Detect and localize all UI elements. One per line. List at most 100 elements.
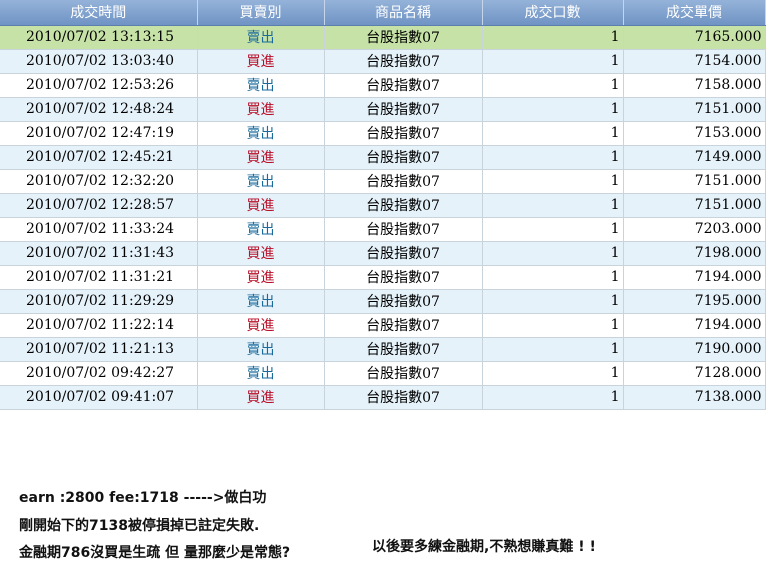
trade-history-grid: 成交時間 買賣別 商品名稱 成交口數 成交單價 2010/07/02 13:13… (0, 0, 766, 410)
cell-price: 7194.000 (623, 313, 766, 338)
cell-quantity: 1 (482, 265, 624, 290)
cell-price: 7138.000 (623, 385, 766, 410)
cell-buy-sell: 買進 (197, 97, 325, 122)
cell-buy-sell: 買進 (197, 265, 325, 290)
table-row[interactable]: 2010/07/02 11:22:14 買進 台股指數07 1 7194.000 (0, 313, 766, 338)
cell-buy-sell: 賣出 (197, 73, 325, 98)
cell-trade-time: 2010/07/02 12:48:24 (0, 97, 198, 122)
table-row[interactable]: 2010/07/02 12:48:24 買進 台股指數07 1 7151.000 (0, 97, 766, 122)
cell-price: 7203.000 (623, 217, 766, 242)
cell-trade-time: 2010/07/02 09:41:07 (0, 385, 198, 410)
table-row[interactable]: 2010/07/02 11:31:21 買進 台股指數07 1 7194.000 (0, 265, 766, 290)
cell-product-name: 台股指數07 (324, 193, 483, 218)
cell-product-name: 台股指數07 (324, 337, 483, 362)
cell-quantity: 1 (482, 73, 624, 98)
cell-trade-time: 2010/07/02 11:33:24 (0, 217, 198, 242)
cell-buy-sell: 買進 (197, 49, 325, 74)
column-header-quantity[interactable]: 成交口數 (482, 0, 624, 26)
cell-product-name: 台股指數07 (324, 217, 483, 242)
table-row[interactable]: 2010/07/02 11:33:24 賣出 台股指數07 1 7203.000 (0, 217, 766, 242)
cell-buy-sell: 買進 (197, 241, 325, 266)
cell-quantity: 1 (482, 49, 624, 74)
cell-quantity: 1 (482, 337, 624, 362)
cell-product-name: 台股指數07 (324, 73, 483, 98)
table-row[interactable]: 2010/07/02 13:13:15 賣出 台股指數07 1 7165.000 (0, 25, 766, 50)
cell-product-name: 台股指數07 (324, 169, 483, 194)
cell-trade-time: 2010/07/02 13:03:40 (0, 49, 198, 74)
cell-price: 7195.000 (623, 289, 766, 314)
cell-buy-sell: 賣出 (197, 361, 325, 386)
cell-product-name: 台股指數07 (324, 361, 483, 386)
cell-quantity: 1 (482, 169, 624, 194)
column-header-trade-time[interactable]: 成交時間 (0, 0, 198, 26)
cell-product-name: 台股指數07 (324, 313, 483, 338)
cell-buy-sell: 賣出 (197, 121, 325, 146)
cell-quantity: 1 (482, 97, 624, 122)
cell-trade-time: 2010/07/02 12:45:21 (0, 145, 198, 170)
cell-quantity: 1 (482, 385, 624, 410)
cell-quantity: 1 (482, 121, 624, 146)
cell-trade-time: 2010/07/02 09:42:27 (0, 361, 198, 386)
cell-trade-time: 2010/07/02 12:32:20 (0, 169, 198, 194)
table-row[interactable]: 2010/07/02 12:45:21 買進 台股指數07 1 7149.000 (0, 145, 766, 170)
cell-quantity: 1 (482, 313, 624, 338)
cell-price: 7151.000 (623, 169, 766, 194)
table-row[interactable]: 2010/07/02 12:53:26 賣出 台股指數07 1 7158.000 (0, 73, 766, 98)
cell-quantity: 1 (482, 193, 624, 218)
cell-quantity: 1 (482, 241, 624, 266)
cell-buy-sell: 賣出 (197, 25, 325, 50)
column-header-price[interactable]: 成交單價 (623, 0, 766, 26)
table-row[interactable]: 2010/07/02 12:32:20 賣出 台股指數07 1 7151.000 (0, 169, 766, 194)
cell-product-name: 台股指數07 (324, 265, 483, 290)
cell-price: 7154.000 (623, 49, 766, 74)
cell-quantity: 1 (482, 217, 624, 242)
cell-buy-sell: 賣出 (197, 337, 325, 362)
cell-buy-sell: 賣出 (197, 289, 325, 314)
cell-product-name: 台股指數07 (324, 121, 483, 146)
cell-quantity: 1 (482, 145, 624, 170)
table-row[interactable]: 2010/07/02 13:03:40 買進 台股指數07 1 7154.000 (0, 49, 766, 74)
cell-product-name: 台股指數07 (324, 49, 483, 74)
note-stop-loss: 剛開始下的7138被停損掉已註定失敗. (19, 518, 260, 534)
cell-trade-time: 2010/07/02 13:13:15 (0, 25, 198, 50)
cell-product-name: 台股指數07 (324, 289, 483, 314)
cell-price: 7165.000 (623, 25, 766, 50)
grid-header-row: 成交時間 買賣別 商品名稱 成交口數 成交單價 (0, 0, 766, 26)
cell-buy-sell: 買進 (197, 193, 325, 218)
cell-buy-sell: 賣出 (197, 169, 325, 194)
cell-price: 7198.000 (623, 241, 766, 266)
note-financial-futures: 金融期786沒買是生疏 但 量那麼少是常態? (19, 545, 291, 561)
grid-body: 2010/07/02 13:13:15 賣出 台股指數07 1 7165.000 2010… (0, 25, 766, 410)
cell-trade-time: 2010/07/02 12:47:19 (0, 121, 198, 146)
cell-product-name: 台股指數07 (324, 241, 483, 266)
table-row[interactable]: 2010/07/02 11:31:43 買進 台股指數07 1 7198.000 (0, 241, 766, 266)
cell-price: 7190.000 (623, 337, 766, 362)
cell-quantity: 1 (482, 289, 624, 314)
cell-trade-time: 2010/07/02 11:31:43 (0, 241, 198, 266)
table-row[interactable]: 2010/07/02 12:47:19 賣出 台股指數07 1 7153.000 (0, 121, 766, 146)
cell-quantity: 1 (482, 361, 624, 386)
cell-price: 7128.000 (623, 361, 766, 386)
cell-quantity: 1 (482, 25, 624, 50)
table-row[interactable]: 2010/07/02 11:29:29 賣出 台股指數07 1 7195.000 (0, 289, 766, 314)
cell-product-name: 台股指數07 (324, 385, 483, 410)
cell-trade-time: 2010/07/02 12:53:26 (0, 73, 198, 98)
table-row[interactable]: 2010/07/02 12:28:57 買進 台股指數07 1 7151.000 (0, 193, 766, 218)
cell-trade-time: 2010/07/02 11:22:14 (0, 313, 198, 338)
table-row[interactable]: 2010/07/02 09:41:07 買進 台股指數07 1 7138.000 (0, 385, 766, 410)
cell-price: 7149.000 (623, 145, 766, 170)
cell-buy-sell: 賣出 (197, 217, 325, 242)
cell-buy-sell: 買進 (197, 385, 325, 410)
cell-price: 7151.000 (623, 97, 766, 122)
table-row[interactable]: 2010/07/02 11:21:13 賣出 台股指數07 1 7190.000 (0, 337, 766, 362)
column-header-product-name[interactable]: 商品名稱 (324, 0, 483, 26)
cell-price: 7151.000 (623, 193, 766, 218)
note-earn-fee: earn :2800 fee:1718 ----->做白功 (19, 490, 267, 506)
cell-trade-time: 2010/07/02 12:28:57 (0, 193, 198, 218)
cell-price: 7194.000 (623, 265, 766, 290)
table-row[interactable]: 2010/07/02 09:42:27 賣出 台股指數07 1 7128.000 (0, 361, 766, 386)
cell-product-name: 台股指數07 (324, 25, 483, 50)
cell-trade-time: 2010/07/02 11:21:13 (0, 337, 198, 362)
cell-product-name: 台股指數07 (324, 97, 483, 122)
column-header-buy-sell[interactable]: 買賣別 (197, 0, 325, 26)
